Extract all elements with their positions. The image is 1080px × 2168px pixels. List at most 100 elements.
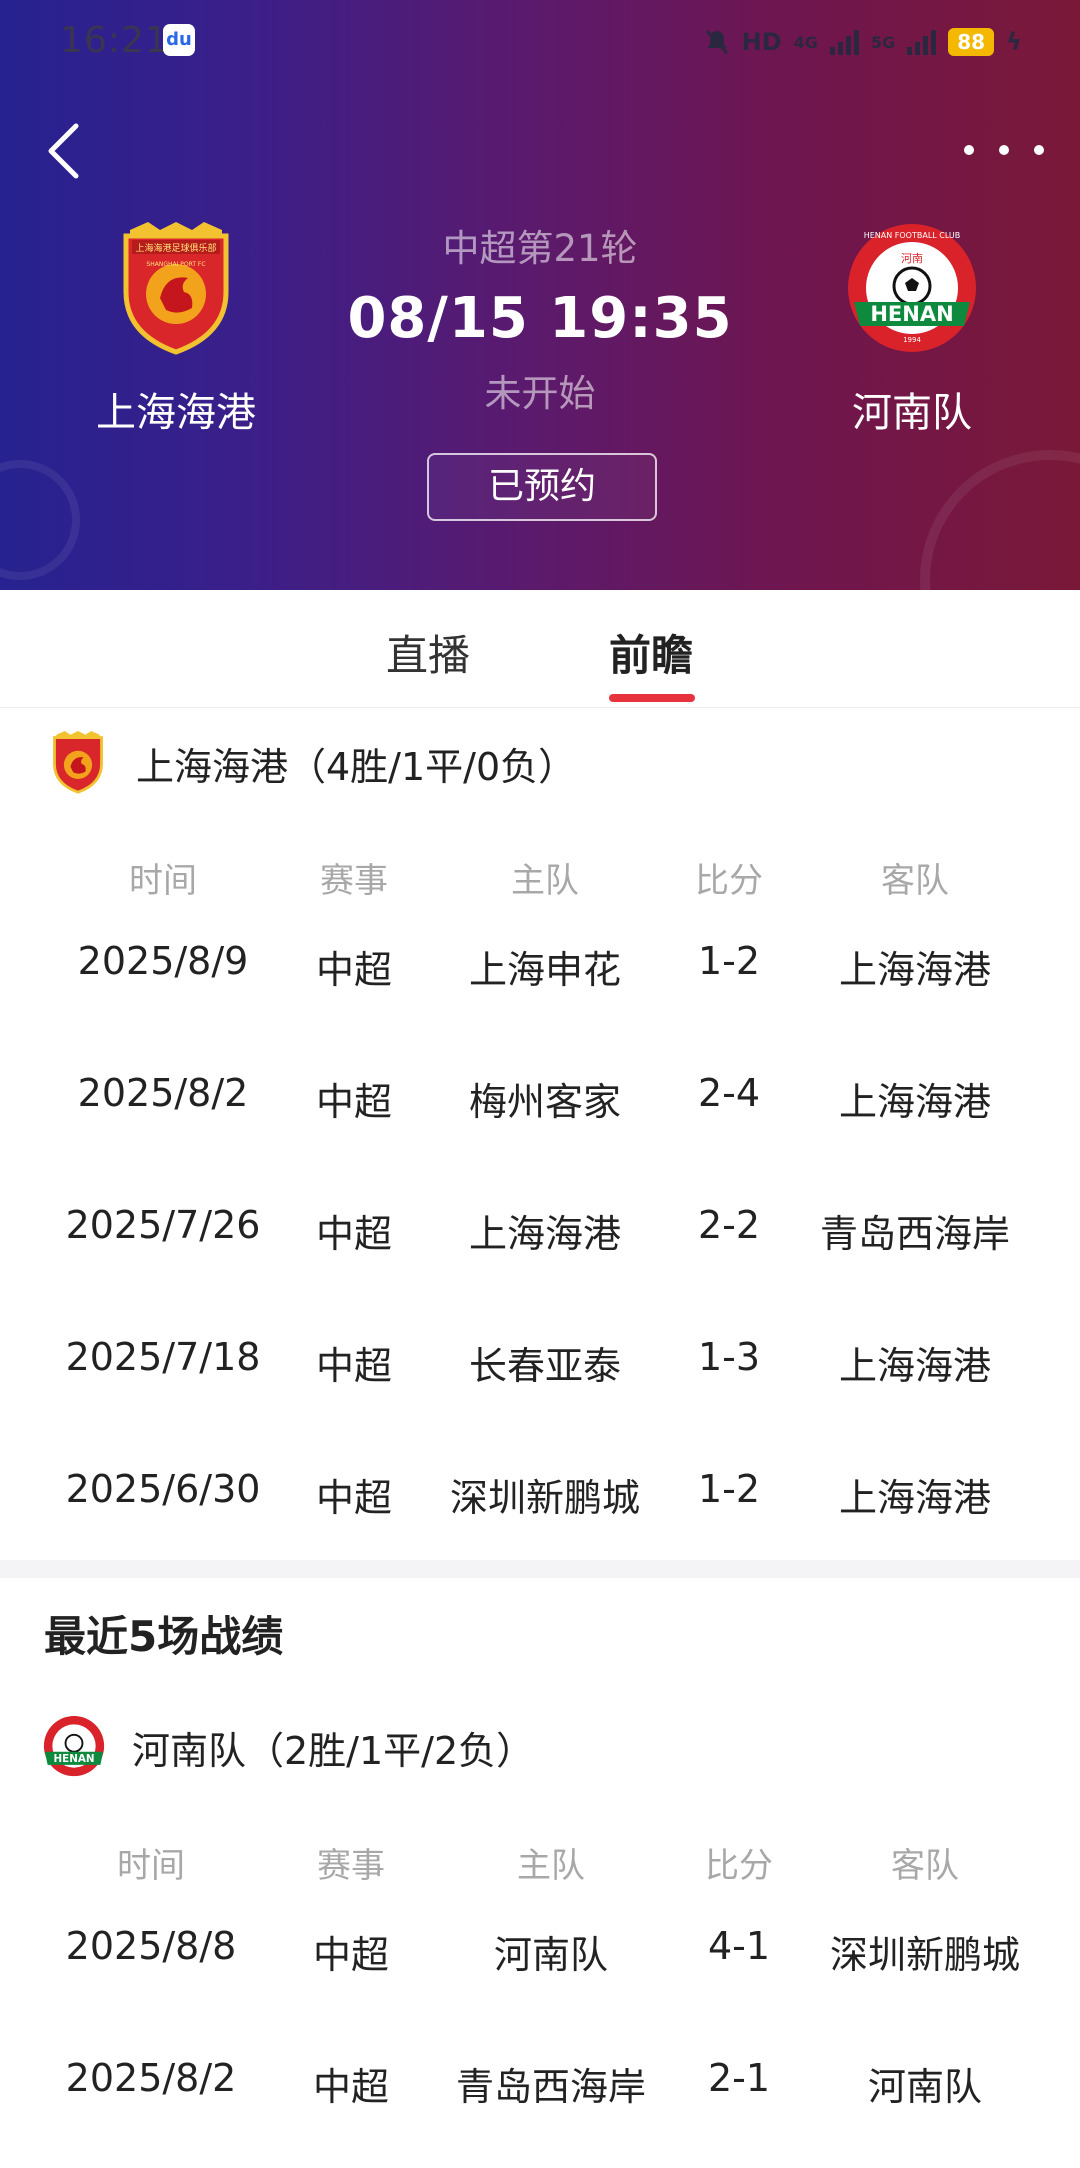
column-header-home: 主队 <box>511 861 579 901</box>
column-header-time: 时间 <box>117 1846 185 1886</box>
match-competition: 中超 <box>315 1212 393 1256</box>
henan-fc-logo: HENAN <box>43 1715 105 1777</box>
home-logo-subtext: SHANGHAI PORT FC <box>146 261 205 268</box>
away-record-title: 河南队（2胜/1平/2负） <box>132 1728 535 1773</box>
more-options-button[interactable] <box>964 130 1044 170</box>
away-team[interactable]: HENAN FOOTBALL CLUB 河南 HENAN 1994 河南队 <box>772 222 1052 438</box>
match-competition: 中超 <box>315 1344 393 1388</box>
match-score: 1-2 <box>697 1467 761 1511</box>
match-away-team: 上海海港 <box>838 1080 992 1124</box>
column-header-away: 客队 <box>881 861 949 901</box>
away-logo-arc-text: HENAN FOOTBALL CLUB <box>864 231 961 240</box>
match-home-team: 长春亚泰 <box>468 1344 622 1388</box>
away-logo-year: 1994 <box>903 336 921 344</box>
match-score: 1-2 <box>697 939 761 983</box>
table-row[interactable]: 2025/7/26 中超 上海海港 2-2 青岛西海岸 <box>0 1175 1080 1307</box>
back-button[interactable] <box>38 118 88 184</box>
table-row[interactable]: 2025/6/30 中超 深圳新鹏城 1-2 上海海港 <box>0 1439 1080 1571</box>
match-home-team: 河南队 <box>493 1933 609 1977</box>
active-tab-indicator <box>609 694 695 702</box>
match-date: 2025/7/18 <box>65 1335 261 1379</box>
match-date: 2025/8/2 <box>65 2056 237 2100</box>
signal-icon <box>829 29 859 55</box>
table-row[interactable]: 2025/8/8 中超 河南队 4-1 深圳新鹏城 <box>0 1896 1080 2028</box>
away-team-name: 河南队 <box>852 390 972 436</box>
home-record-title: 上海海港（4胜/1平/0负） <box>136 744 577 789</box>
table-header: 时间 赛事 主队 比分 客队 <box>0 835 1080 911</box>
football-watermark <box>920 450 1080 590</box>
match-date: 2025/8/9 <box>77 939 249 983</box>
table-header: 时间 赛事 主队 比分 客队 <box>0 1820 1080 1896</box>
tab-live[interactable]: 直播 <box>386 622 470 683</box>
match-competition: 中超 <box>315 1476 393 1520</box>
match-competition: 中超 <box>315 948 393 992</box>
dot <box>999 145 1009 155</box>
section-divider <box>0 1560 1080 1578</box>
match-round: 中超第21轮 <box>442 227 638 270</box>
match-away-team: 上海海港 <box>838 948 992 992</box>
reserved-button[interactable]: 已预约 <box>427 453 657 521</box>
match-competition: 中超 <box>312 1933 390 1977</box>
away-record-header: HENAN 河南队（2胜/1平/2负） <box>42 1712 534 1782</box>
column-header-competition: 赛事 <box>320 861 388 901</box>
match-date: 2025/6/30 <box>65 1467 261 1511</box>
match-home-team: 青岛西海岸 <box>455 2065 647 2109</box>
match-status: 未开始 <box>484 372 596 415</box>
match-score: 2-1 <box>707 2056 771 2100</box>
baidu-paw-icon: du <box>163 24 195 56</box>
home-team-name: 上海海港 <box>96 390 256 436</box>
table-row[interactable]: 2025/7/18 中超 长春亚泰 1-3 上海海港 <box>0 1307 1080 1439</box>
match-away-team: 青岛西海岸 <box>819 1212 1011 1256</box>
match-score: 2-2 <box>697 1203 761 1247</box>
shanghai-port-logo <box>53 731 103 794</box>
bell-mute-icon <box>705 29 728 55</box>
column-header-home: 主队 <box>517 1846 585 1886</box>
away-logo-top-text: 河南 <box>901 252 923 265</box>
match-home-team: 深圳新鹏城 <box>449 1476 641 1520</box>
hd-icon: HD <box>741 28 782 56</box>
charging-icon: ϟ <box>1006 28 1022 56</box>
network-4g-label: 4G <box>793 32 818 52</box>
match-home-team: 上海申花 <box>468 948 622 992</box>
henan-fc-logo: HENAN FOOTBALL CLUB 河南 HENAN 1994 <box>848 224 976 352</box>
away-logo-banner: HENAN <box>870 302 953 326</box>
match-date: 2025/8/8 <box>65 1924 237 1968</box>
column-header-away: 客队 <box>891 1846 959 1886</box>
match-datetime: 08/15 19:35 <box>347 286 733 351</box>
table-row[interactable]: 2025/8/2 中超 梅州客家 2-4 上海海港 <box>0 1043 1080 1175</box>
chevron-left-icon <box>48 123 79 179</box>
home-team[interactable]: 上海海港足球俱乐部 SHANGHAI PORT FC 上海海港 <box>36 222 316 438</box>
tab-preview[interactable]: 前瞻 <box>609 622 693 683</box>
match-date: 2025/8/2 <box>77 1071 249 1115</box>
football-watermark <box>0 460 80 580</box>
dot <box>964 145 974 155</box>
match-competition: 中超 <box>315 1080 393 1124</box>
away-mini-logo-text: HENAN <box>53 1753 94 1765</box>
status-bar: 16:21 du HD 4G 5G 88 ϟ <box>0 0 1080 84</box>
network-5g-label: 5G <box>870 32 896 52</box>
home-record-header: 上海海港（4胜/1平/0负） <box>46 728 576 798</box>
match-date: 2025/7/26 <box>65 1203 261 1247</box>
status-icons: HD 4G 5G 88 ϟ <box>704 24 1022 60</box>
match-home-team: 上海海港 <box>468 1212 622 1256</box>
signal-icon <box>907 29 937 55</box>
match-away-team: 深圳新鹏城 <box>829 1933 1021 1977</box>
match-away-team: 河南队 <box>867 2065 983 2109</box>
match-score: 4-1 <box>707 1924 771 1968</box>
tab-bar: 直播 前瞻 <box>0 590 1080 708</box>
column-header-score: 比分 <box>695 861 763 901</box>
battery-icon: 88 <box>948 28 995 56</box>
dot <box>1034 145 1044 155</box>
match-home-team: 梅州客家 <box>468 1080 622 1124</box>
column-header-score: 比分 <box>705 1846 773 1886</box>
match-info: 中超第21轮 08/15 19:35 未开始 <box>340 218 740 417</box>
table-row[interactable]: 2025/8/9 中超 上海申花 1-2 上海海港 <box>0 911 1080 1043</box>
home-recent-matches-table: 时间 赛事 主队 比分 客队 2025/8/9 中超 上海申花 1-2 上海海港… <box>0 835 1080 1571</box>
home-logo-text: 上海海港足球俱乐部 <box>135 242 216 254</box>
match-score: 1-3 <box>697 1335 761 1379</box>
column-header-time: 时间 <box>129 861 197 901</box>
match-away-team: 上海海港 <box>838 1344 992 1388</box>
status-time: 16:21 <box>60 20 169 61</box>
shanghai-port-logo: 上海海港足球俱乐部 SHANGHAI PORT FC <box>123 222 229 355</box>
table-row[interactable]: 2025/8/2 中超 青岛西海岸 2-1 河南队 <box>0 2028 1080 2160</box>
